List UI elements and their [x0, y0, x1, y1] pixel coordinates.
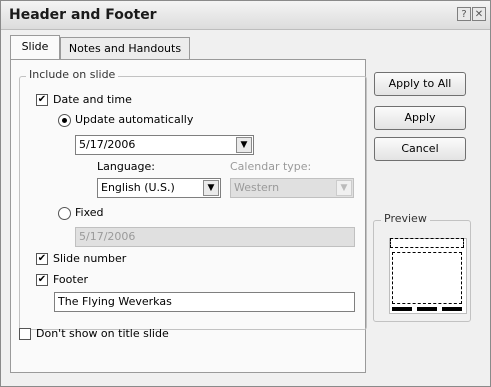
slide-number-label[interactable]: Slide number — [53, 252, 126, 265]
chevron-down-icon: ▼ — [336, 180, 352, 196]
apply-button[interactable]: Apply — [374, 106, 466, 130]
fixed-date-field: 5/17/2006 — [75, 227, 355, 247]
language-select[interactable]: English (U.S.) ▼ — [97, 178, 221, 198]
date-time-label[interactable]: Date and time — [53, 93, 132, 106]
fixed-label[interactable]: Fixed — [75, 206, 104, 219]
date-time-checkbox[interactable]: ✔ — [36, 94, 48, 106]
calendar-type-label: Calendar type: — [230, 160, 312, 173]
chevron-down-icon[interactable]: ▼ — [236, 137, 252, 153]
calendar-type-select: Western ▼ — [230, 178, 354, 198]
tab-slide[interactable]: Slide — [10, 35, 60, 59]
calendar-type-value: Western — [234, 181, 280, 194]
dialog-title: Header and Footer — [9, 7, 157, 23]
include-group-legend: Include on slide — [26, 68, 119, 81]
footer-text-value: The Flying Weverkas — [58, 295, 172, 308]
preview-date-placeholder — [392, 307, 412, 311]
update-automatically-label[interactable]: Update automatically — [75, 113, 193, 126]
dont-show-title-checkbox[interactable] — [19, 328, 31, 340]
footer-checkbox[interactable]: ✔ — [36, 274, 48, 286]
apply-to-all-button[interactable]: Apply to All — [374, 72, 466, 96]
tab-notes-handouts[interactable]: Notes and Handouts — [60, 37, 190, 59]
language-value: English (U.S.) — [101, 181, 175, 194]
auto-date-format-select[interactable]: 5/17/2006 ▼ — [75, 135, 254, 155]
footer-text-input[interactable]: The Flying Weverkas — [54, 292, 355, 312]
fixed-date-value: 5/17/2006 — [79, 230, 136, 243]
preview-body-area — [392, 252, 462, 304]
preview-number-placeholder — [442, 307, 462, 311]
cancel-button[interactable]: Cancel — [374, 137, 466, 161]
title-bar: Header and Footer ? ✕ — [1, 1, 490, 30]
fixed-radio[interactable] — [58, 207, 71, 220]
update-automatically-radio[interactable] — [58, 114, 71, 127]
preview-header-area — [390, 238, 464, 248]
footer-label[interactable]: Footer — [53, 273, 88, 286]
language-label: Language: — [97, 160, 155, 173]
dont-show-title-label[interactable]: Don't show on title slide — [36, 327, 169, 340]
help-icon[interactable]: ? — [457, 7, 471, 21]
auto-date-value: 5/17/2006 — [79, 138, 136, 151]
slide-number-checkbox[interactable]: ✔ — [36, 253, 48, 265]
close-icon[interactable]: ✕ — [472, 7, 486, 21]
preview-footer-placeholder — [417, 307, 437, 311]
preview-label: Preview — [381, 212, 430, 225]
chevron-down-icon[interactable]: ▼ — [203, 180, 219, 196]
